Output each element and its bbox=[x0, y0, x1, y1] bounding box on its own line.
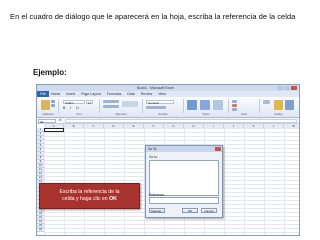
goto-label: Go to: bbox=[149, 155, 158, 159]
alignment-group: Alignment bbox=[100, 99, 143, 116]
conditional-format-icon[interactable] bbox=[187, 100, 197, 110]
sort-filter-icon[interactable] bbox=[274, 100, 283, 110]
group-label: Cells bbox=[241, 113, 247, 116]
group-label: Number bbox=[158, 113, 168, 116]
callout-line-1: Escriba la referencia de la bbox=[59, 189, 120, 195]
instruction-callout: Escriba la referencia de la celda y haga… bbox=[39, 183, 140, 209]
close-icon[interactable] bbox=[291, 86, 297, 90]
callout-ok-text: OK bbox=[109, 196, 117, 202]
row-headers: 1234567891011121314151617181920212223242… bbox=[37, 128, 44, 232]
callout-line-2: celda y haga clic en OK bbox=[40, 196, 139, 203]
group-label: Editing bbox=[274, 113, 283, 116]
insert-icon[interactable] bbox=[232, 100, 237, 103]
currency-icon[interactable] bbox=[146, 106, 166, 109]
reference-input[interactable] bbox=[149, 197, 219, 204]
minimize-icon[interactable] bbox=[277, 86, 283, 90]
window-controls bbox=[277, 86, 297, 90]
bold-italic-underline[interactable]: B I U bbox=[63, 106, 81, 110]
cut-icon[interactable] bbox=[51, 100, 55, 103]
callout-line-2-text: celda y haga clic en bbox=[62, 196, 110, 202]
maximize-icon[interactable] bbox=[284, 86, 290, 90]
number-group: General Number bbox=[143, 99, 184, 116]
format-table-icon[interactable] bbox=[200, 100, 210, 110]
dialog-title-text: Go To bbox=[148, 147, 157, 151]
ribbon: Clipboard Calibri 11 B I U Font Alignmen… bbox=[37, 97, 299, 118]
goto-dialog: Go To Go to: Reference: Special... OK Ca… bbox=[145, 145, 223, 218]
delete-icon[interactable] bbox=[232, 104, 237, 107]
autosum-icon[interactable] bbox=[263, 100, 270, 104]
group-label: Alignment bbox=[115, 113, 127, 116]
align-icon[interactable] bbox=[103, 100, 119, 103]
close-icon[interactable] bbox=[215, 147, 221, 151]
group-label: Clipboard bbox=[42, 113, 54, 116]
font-group: Calibri 11 B I U Font bbox=[59, 99, 100, 116]
ok-button[interactable]: OK bbox=[182, 208, 198, 213]
paste-icon[interactable] bbox=[41, 100, 50, 110]
indent-icon[interactable] bbox=[103, 105, 119, 108]
font-size-select[interactable]: 11 bbox=[86, 100, 93, 105]
find-select-icon[interactable] bbox=[285, 100, 294, 110]
example-label: Ejemplo: bbox=[33, 68, 67, 77]
clipboard-group: Clipboard bbox=[38, 99, 59, 116]
group-label: Styles bbox=[202, 113, 210, 116]
active-cell[interactable] bbox=[44, 128, 64, 132]
styles-group: Styles bbox=[184, 99, 229, 116]
number-format-select[interactable]: General bbox=[146, 100, 174, 105]
goto-list[interactable] bbox=[149, 160, 219, 196]
special-button[interactable]: Special... bbox=[149, 208, 165, 213]
group-label: Font bbox=[76, 113, 82, 116]
row-header[interactable]: 26 bbox=[37, 228, 44, 232]
copy-icon[interactable] bbox=[51, 104, 55, 107]
font-name-select[interactable]: Calibri bbox=[63, 100, 85, 105]
name-box[interactable]: A1 bbox=[38, 118, 56, 124]
instruction-heading: En el cuadro de diálogo que le aparecerá… bbox=[10, 12, 296, 21]
dialog-title: Go To bbox=[146, 146, 222, 152]
wrap-text-icon[interactable] bbox=[122, 101, 138, 107]
format-icon[interactable] bbox=[232, 108, 237, 111]
fx-icon[interactable]: fx bbox=[59, 118, 62, 123]
cell-styles-icon[interactable] bbox=[213, 100, 223, 110]
editing-group: Editing bbox=[260, 99, 297, 116]
cancel-button[interactable]: Cancel bbox=[201, 208, 217, 213]
cells-group: Cells bbox=[229, 99, 260, 116]
excel-screenshot: Book1 - Microsoft Excel File Home Insert P… bbox=[36, 84, 300, 236]
formula-input[interactable] bbox=[65, 118, 297, 123]
